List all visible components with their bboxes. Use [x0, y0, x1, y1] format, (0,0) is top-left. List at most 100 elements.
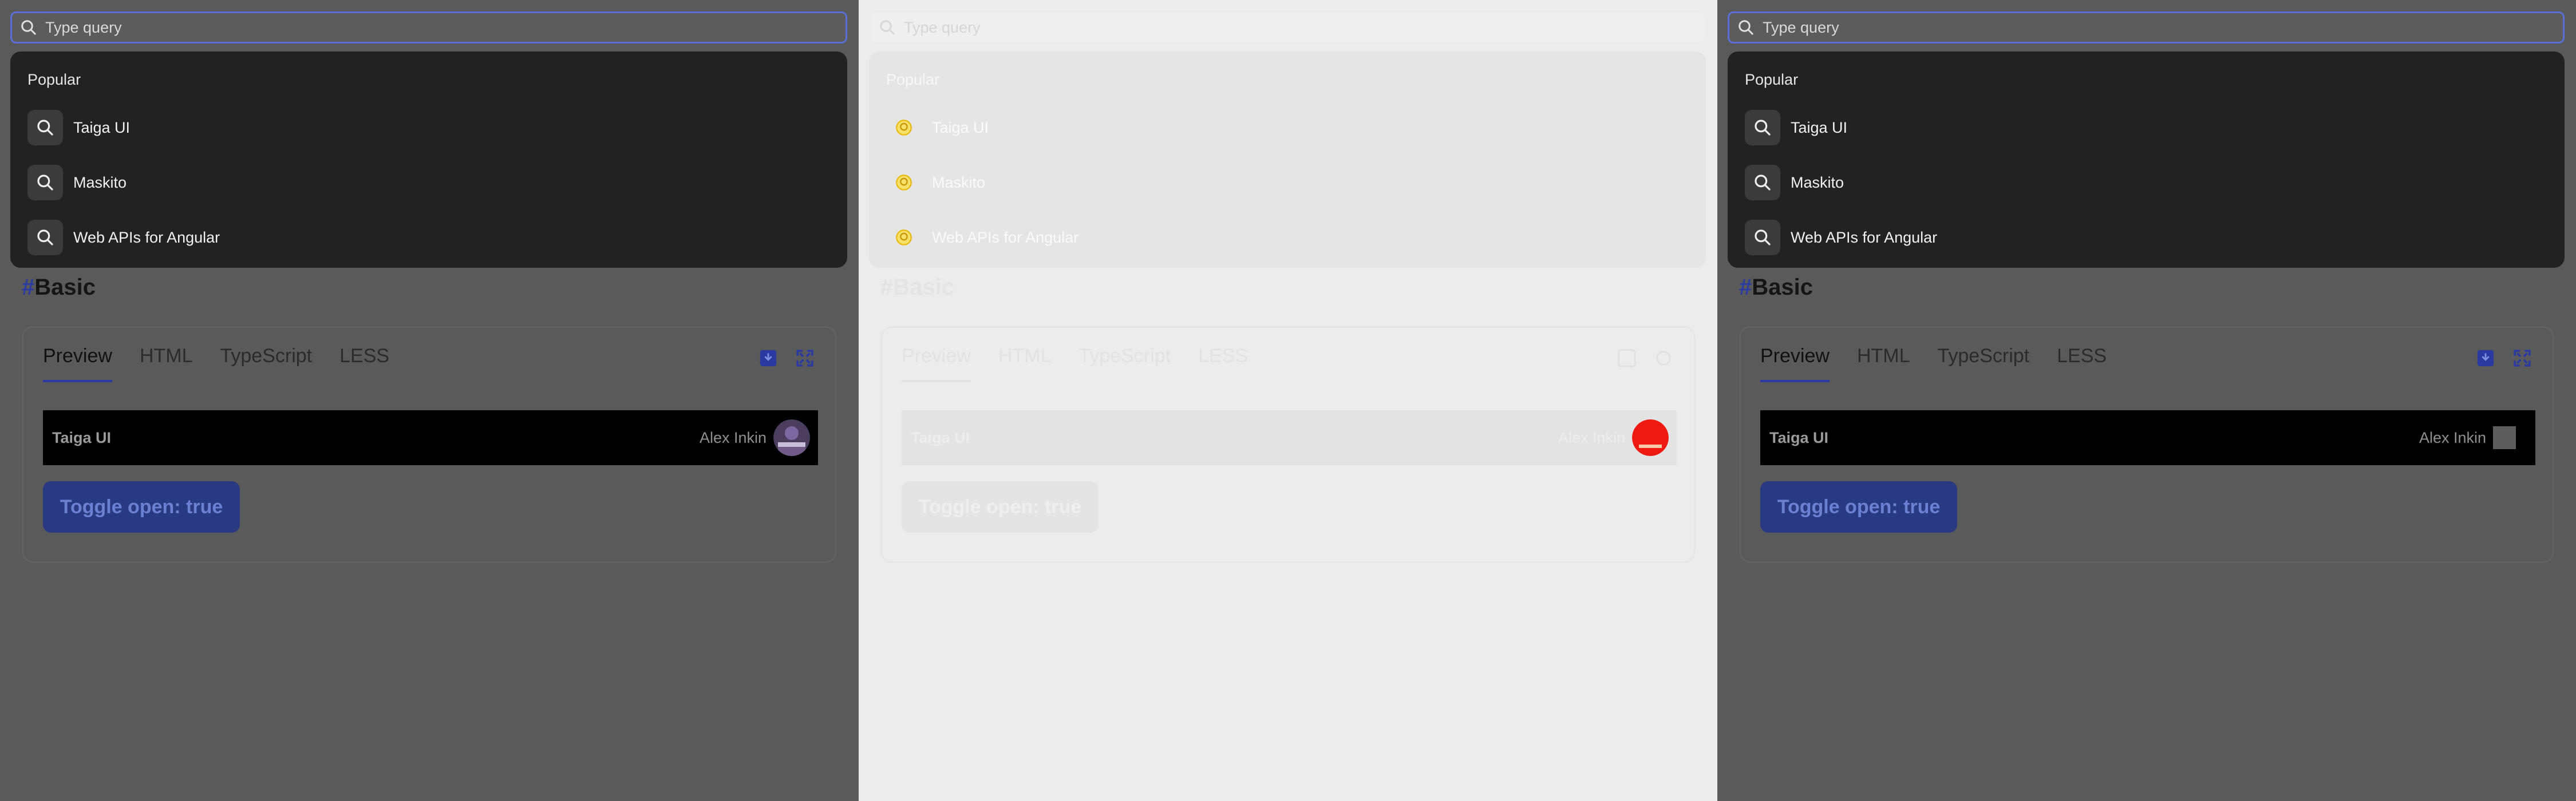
page-title: #Basic [1739, 275, 1813, 300]
search-field[interactable] [869, 11, 1706, 43]
card-toolbar [758, 348, 815, 368]
anchor-hash[interactable]: # [880, 275, 893, 300]
avatar-image [773, 419, 810, 456]
tab-preview[interactable]: Preview [43, 345, 112, 382]
demo-header-bar: Taiga UI Alex Inkin [1760, 410, 2535, 465]
search-icon [37, 120, 53, 136]
item-icon-box [886, 165, 922, 200]
card-toolbar [2476, 348, 2532, 368]
page: Popular Taiga UI Maskito [859, 0, 1717, 801]
list-item[interactable]: Web APIs for Angular [27, 210, 830, 265]
lightbulb-icon [896, 229, 912, 245]
search-input[interactable] [44, 18, 819, 37]
tab-less[interactable]: LESS [1198, 345, 1248, 382]
fullscreen-icon[interactable] [795, 348, 815, 368]
list-item[interactable]: Web APIs for Angular [886, 210, 1689, 265]
search-dropdown: Popular Taiga UI Maskito Web APIs for An… [10, 51, 847, 268]
item-icon-box [1745, 165, 1780, 200]
brand-label: Taiga UI [1769, 429, 1829, 446]
section-label: Popular [1745, 71, 1799, 88]
anchor-hash[interactable]: # [22, 275, 34, 300]
demo-header-bar: Taiga UI Alex Inkin [902, 410, 1677, 465]
panel-left: Popular Taiga UI Maskito [0, 0, 859, 801]
tab-preview[interactable]: Preview [1760, 345, 1830, 382]
list-item[interactable]: Maskito [27, 155, 830, 210]
page-title: #Basic [880, 275, 954, 300]
lightbulb-icon [896, 175, 912, 191]
search-icon [21, 20, 36, 35]
search-icon [1755, 175, 1771, 191]
item-label: Maskito [1791, 173, 1844, 191]
card-toolbar [1617, 348, 1673, 368]
toggle-open-button[interactable]: Toggle open: true [43, 481, 240, 533]
search-field[interactable] [1728, 11, 2565, 43]
brand-label: Taiga UI [52, 429, 112, 446]
fullscreen-icon[interactable] [2512, 348, 2532, 368]
toggle-open-button[interactable]: Toggle open: true [902, 481, 1099, 533]
list-item[interactable]: Maskito [886, 155, 1689, 210]
screenshot-stage: Popular Taiga UI Maskito [0, 0, 2576, 801]
heading-text: Basic [1752, 275, 1813, 300]
page: Popular Taiga UI Maskito [0, 0, 859, 801]
import-icon[interactable] [2476, 348, 2495, 368]
search-field[interactable] [10, 11, 847, 43]
tab-less[interactable]: LESS [2057, 345, 2107, 382]
search-icon [1739, 20, 1753, 35]
tab-typescript[interactable]: TypeScript [220, 345, 313, 382]
tab-html[interactable]: HTML [1857, 345, 1910, 382]
section-label: Popular [27, 71, 81, 88]
list-item[interactable]: Web APIs for Angular [1745, 210, 2547, 265]
tab-bar: Preview HTML TypeScript LESS [43, 345, 417, 382]
list-item[interactable]: Maskito [1745, 155, 2547, 210]
search-dropdown: Popular Taiga UI Maskito Web APIs for An… [869, 51, 1706, 268]
item-label: Maskito [73, 173, 127, 191]
brand-label: Taiga UI [911, 429, 970, 446]
search-icon [880, 20, 895, 35]
list-item[interactable]: Taiga UI [1745, 100, 2547, 155]
search-icon [37, 229, 53, 245]
item-icon-box [886, 220, 922, 255]
user-name: Alex Inkin [1558, 429, 1625, 446]
list-item[interactable]: Taiga UI [886, 100, 1689, 155]
demo-header-bar: Taiga UI Alex Inkin [43, 410, 818, 465]
import-icon[interactable] [758, 348, 778, 368]
import-icon[interactable] [1617, 348, 1637, 368]
tab-html[interactable]: HTML [998, 345, 1052, 382]
search-icon [1755, 120, 1771, 136]
section-label: Popular [886, 71, 940, 88]
search-dropdown: Popular Taiga UI Maskito Web APIs for An… [1728, 51, 2565, 268]
demo-card: Preview HTML TypeScript LESS Taiga UI Al… [22, 326, 837, 563]
avatar[interactable] [1632, 419, 1669, 456]
item-icon-box [1745, 110, 1780, 145]
page-title: #Basic [22, 275, 96, 300]
tab-less[interactable]: LESS [339, 345, 389, 382]
tab-typescript[interactable]: TypeScript [1938, 345, 2030, 382]
demo-card: Preview HTML TypeScript LESS Taiga UI Al… [1739, 326, 2554, 563]
tab-bar: Preview HTML TypeScript LESS [1760, 345, 2134, 382]
item-icon-box [886, 110, 922, 145]
search-icon [37, 175, 53, 191]
search-input[interactable] [1761, 18, 2537, 37]
list-item[interactable]: Taiga UI [27, 100, 830, 155]
heading-text: Basic [34, 275, 96, 300]
fullscreen-icon[interactable] [1654, 348, 1673, 368]
avatar[interactable] [773, 419, 810, 456]
item-label: Web APIs for Angular [1791, 228, 1938, 246]
user-name: Alex Inkin [699, 429, 767, 446]
tab-typescript[interactable]: TypeScript [1079, 345, 1171, 382]
page: Popular Taiga UI Maskito [1717, 0, 2576, 801]
item-label: Web APIs for Angular [73, 228, 220, 246]
toggle-open-button[interactable]: Toggle open: true [1760, 481, 1957, 533]
panel-right: Popular Taiga UI Maskito [1717, 0, 2576, 801]
tab-html[interactable]: HTML [140, 345, 193, 382]
tab-preview[interactable]: Preview [902, 345, 971, 382]
item-label: Maskito [932, 173, 986, 191]
anchor-hash[interactable]: # [1739, 275, 1752, 300]
item-label: Taiga UI [1791, 118, 1848, 136]
avatar[interactable] [2493, 426, 2516, 449]
item-icon-box [1745, 220, 1780, 255]
search-input[interactable] [903, 18, 1678, 37]
item-icon-box [27, 165, 63, 200]
search-icon [1755, 229, 1771, 245]
item-label: Taiga UI [932, 118, 989, 136]
